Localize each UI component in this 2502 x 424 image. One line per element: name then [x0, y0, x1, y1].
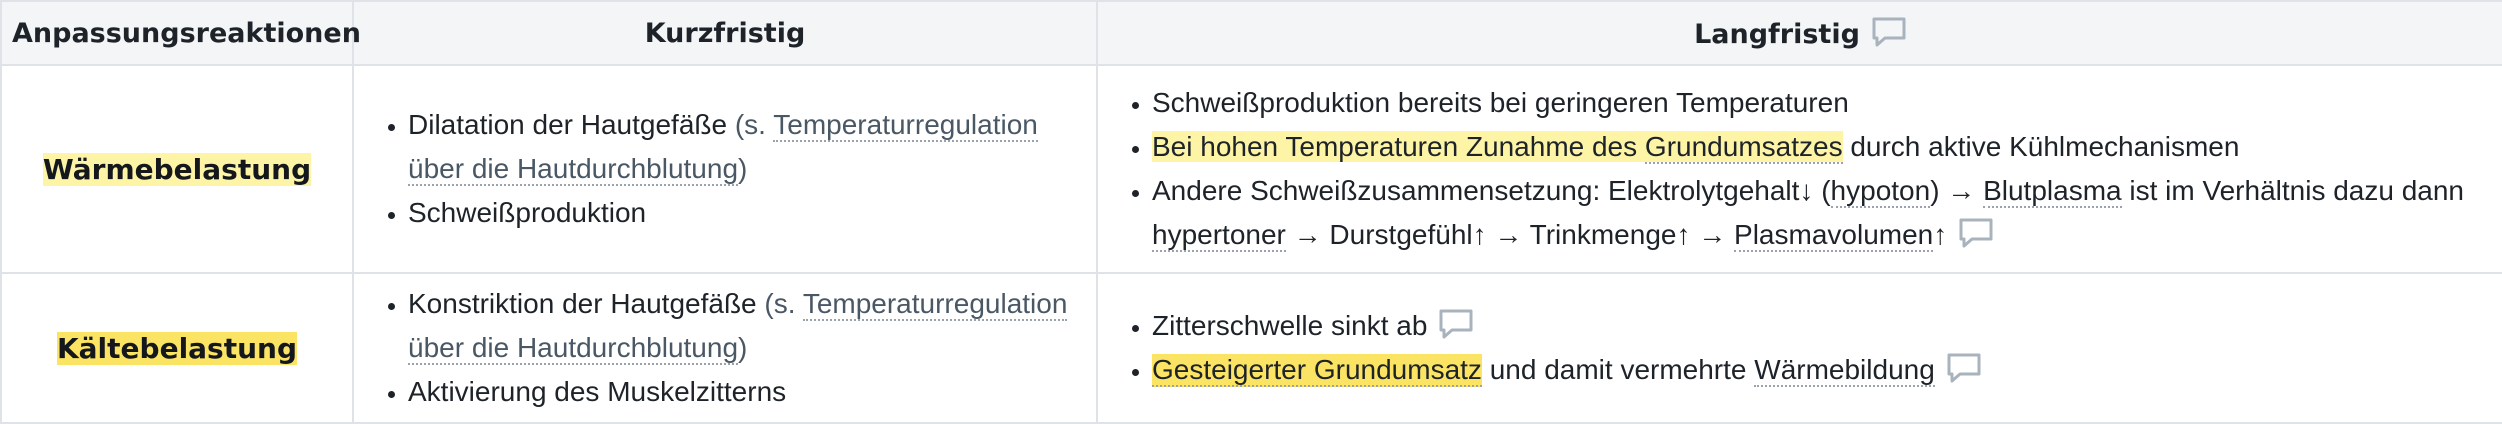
blutplasma-link[interactable]: Blutplasma — [1983, 175, 2122, 208]
long-term-list: Zitterschwelle sinkt ab Gesteigerter Gru… — [1120, 304, 2490, 392]
list-item: Dilatation der Hautgefäße (s. Temperatur… — [408, 103, 1084, 191]
item-text: durch aktive Kühlmechanismen — [1842, 131, 2240, 162]
long-term-list: Schweißproduktion bereits bei geringeren… — [1120, 81, 2490, 257]
plasmavolumen-link[interactable]: Plasmavolumen — [1734, 219, 1934, 252]
header-long-term: Langfristig — [1096, 0, 2502, 66]
row-label-cell: Kältebelastung — [0, 272, 354, 424]
hypoton-link[interactable]: hypoton — [1830, 175, 1931, 208]
list-item: Gesteigerter Grundumsatz und damit verme… — [1152, 348, 2490, 392]
waermebildung-link[interactable]: Wärmebildung — [1754, 354, 1935, 387]
item-text: Andere Schweißzusammensetzung: Elektroly… — [1152, 175, 1831, 206]
table-header-row: Anpassungsreaktionen Kurzfristig Langfri… — [0, 0, 2502, 66]
comment-icon[interactable] — [1947, 353, 1981, 383]
grundumsatz-link[interactable]: Grundumsatzes — [1644, 131, 1843, 164]
comment-icon[interactable] — [1872, 17, 1906, 47]
item-text: ) → — [1930, 175, 1984, 206]
short-term-cell: Dilatation der Hautgefäße (s. Temperatur… — [352, 64, 1098, 274]
item-text: → Durstgefühl↑ → Trinkmenge↑ → — [1285, 219, 1735, 250]
comment-icon[interactable] — [1439, 309, 1473, 339]
header-adaptation: Anpassungsreaktionen — [0, 0, 361, 66]
list-item: Aktivierung des Muskelzitterns — [408, 370, 1084, 414]
list-item: Bei hohen Temperaturen Zunahme des Grund… — [1152, 125, 2490, 169]
table-row: Kältebelastung Konstriktion der Hautgefä… — [0, 272, 2502, 424]
comment-icon[interactable] — [1959, 218, 1993, 248]
row-label: Kältebelastung — [56, 331, 298, 365]
highlight-part: Bei hohen Temperaturen Zunahme des — [1152, 131, 1645, 162]
long-term-cell: Schweißproduktion bereits bei geringeren… — [1096, 64, 2502, 274]
list-item: Konstriktion der Hautgefäße (s. Temperat… — [408, 282, 1084, 370]
item-text: Zitterschwelle sinkt ab — [1152, 310, 1428, 341]
list-item: Schweißproduktion bereits bei geringeren… — [1152, 81, 2490, 125]
item-text: Dilatation der Hautgefäße — [408, 109, 735, 140]
list-item: Andere Schweißzusammensetzung: Elektroly… — [1152, 169, 2490, 257]
item-text: und damit vermehrte — [1481, 354, 1755, 385]
hypertoner-link[interactable]: hypertoner — [1152, 219, 1286, 252]
item-paren: (s. — [764, 288, 803, 319]
item-paren: (s. — [734, 109, 774, 140]
adaptation-table: Anpassungsreaktionen Kurzfristig Langfri… — [0, 0, 2502, 424]
item-text: Konstriktion der Hautgefäße — [408, 288, 765, 319]
header-long-term-label: Langfristig — [1694, 18, 1860, 50]
gesteigerter-grundumsatz-link[interactable]: Gesteigerter Grundumsatz — [1152, 354, 1482, 387]
short-term-list: Konstriktion der Hautgefäße (s. Temperat… — [376, 282, 1084, 414]
item-text: ist im Verhältnis dazu dann — [2121, 175, 2465, 206]
item-paren: ) — [738, 153, 748, 184]
row-label: Wärmebelastung — [42, 152, 312, 186]
row-label-cell: Wärmebelastung — [0, 64, 354, 274]
highlighted-text: Bei hohen Temperaturen Zunahme des Grund… — [1152, 131, 1843, 164]
list-item: Schweißproduktion — [408, 191, 1084, 235]
list-item: Zitterschwelle sinkt ab — [1152, 304, 2490, 348]
item-text: ↑ — [1933, 219, 1948, 250]
header-short-term: Kurzfristig — [352, 0, 1098, 66]
short-term-list: Dilatation der Hautgefäße (s. Temperatur… — [376, 103, 1084, 235]
long-term-cell: Zitterschwelle sinkt ab Gesteigerter Gru… — [1096, 272, 2502, 424]
table-row: Wärmebelastung Dilatation der Hautgefäße… — [0, 64, 2502, 274]
short-term-cell: Konstriktion der Hautgefäße (s. Temperat… — [352, 272, 1098, 424]
item-paren: ) — [738, 332, 748, 363]
